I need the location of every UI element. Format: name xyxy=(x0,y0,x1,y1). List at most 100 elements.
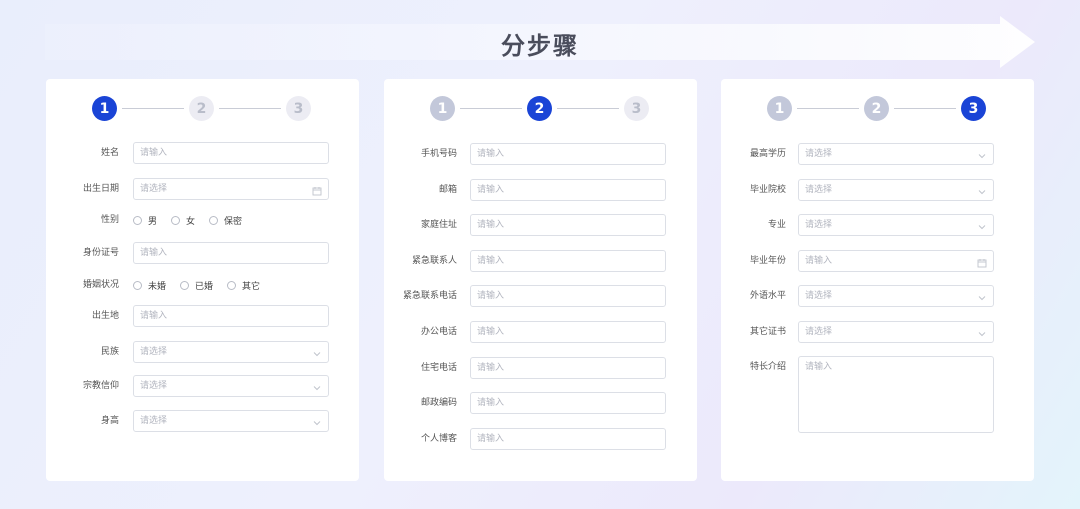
step-3-indicator[interactable]: 3 xyxy=(624,96,649,121)
form-row: 手机号码 请输入 xyxy=(384,143,697,165)
text-input[interactable]: 请输入 xyxy=(133,305,329,327)
select-dropdown[interactable]: 请选择 xyxy=(133,410,329,432)
field-label: 紧急联系电话 xyxy=(402,291,457,301)
page-title: 分步骤 xyxy=(501,32,579,60)
placeholder-text: 请输入 xyxy=(477,220,505,230)
step-3-indicator[interactable]: 3 xyxy=(286,96,311,121)
step-connector xyxy=(894,108,956,109)
select-dropdown[interactable]: 请选择 xyxy=(798,179,994,201)
field-label: 邮箱 xyxy=(438,185,457,195)
text-input[interactable]: 请输入 xyxy=(470,428,666,450)
radio-label: 保密 xyxy=(224,216,243,227)
select-dropdown[interactable]: 请选择 xyxy=(798,321,994,343)
placeholder-text: 请选择 xyxy=(140,381,168,391)
radio-option[interactable]: 保密 xyxy=(209,214,242,227)
radio-option[interactable]: 其它 xyxy=(227,279,260,292)
stepper: 1 2 3 xyxy=(46,96,359,122)
placeholder-text: 请选择 xyxy=(805,185,833,195)
field-label: 身高 xyxy=(100,416,119,426)
field-label: 外语水平 xyxy=(749,291,786,301)
radio-group: 男 女 保密 xyxy=(133,209,256,231)
text-input[interactable]: 请输入 xyxy=(470,392,666,414)
form-row: 家庭住址 请输入 xyxy=(384,214,697,236)
placeholder-text: 请选择 xyxy=(805,149,833,159)
date-picker[interactable]: 请选择 xyxy=(133,178,329,200)
form-row: 出生日期 请选择 xyxy=(46,178,359,200)
text-input[interactable]: 请输入 xyxy=(133,142,329,164)
radio-option[interactable]: 已婚 xyxy=(180,279,213,292)
text-input[interactable]: 请输入 xyxy=(133,242,329,264)
step-connector xyxy=(219,108,281,109)
form-row: 性别 男 女 保密 xyxy=(46,209,359,231)
radio-label: 未婚 xyxy=(148,281,167,292)
radio-option[interactable]: 未婚 xyxy=(133,279,166,292)
step-2-indicator[interactable]: 2 xyxy=(527,96,552,121)
text-input[interactable]: 请输入 xyxy=(470,321,666,343)
select-dropdown[interactable]: 请选择 xyxy=(133,341,329,363)
radio-circle-icon[interactable] xyxy=(180,280,190,290)
select-dropdown[interactable]: 请选择 xyxy=(133,375,329,397)
chevron-down-icon xyxy=(312,381,322,391)
field-label: 专业 xyxy=(767,220,786,230)
placeholder-text: 请输入 xyxy=(805,256,833,266)
form-row: 民族 请选择 xyxy=(46,341,359,363)
step-1-indicator[interactable]: 1 xyxy=(430,96,455,121)
form-row: 外语水平 请选择 xyxy=(721,285,1034,307)
radio-circle-icon[interactable] xyxy=(171,215,181,225)
form-row: 邮箱 请输入 xyxy=(384,179,697,201)
placeholder-text: 请输入 xyxy=(477,291,505,301)
placeholder-text: 请输入 xyxy=(477,185,505,195)
field-label: 办公电话 xyxy=(420,327,457,337)
placeholder-text: 请输入 xyxy=(140,248,168,258)
field-label: 性别 xyxy=(100,215,119,225)
chevron-down-icon xyxy=(312,347,322,357)
placeholder-text: 请输入 xyxy=(477,398,505,408)
radio-circle-icon[interactable] xyxy=(209,215,219,225)
text-input[interactable]: 请输入 xyxy=(470,179,666,201)
form-row: 身份证号 请输入 xyxy=(46,242,359,264)
chevron-down-icon xyxy=(977,149,987,159)
field-label: 姓名 xyxy=(100,148,119,158)
field-label: 民族 xyxy=(100,347,119,357)
step-2-indicator[interactable]: 2 xyxy=(864,96,889,121)
field-label: 毕业年份 xyxy=(749,256,786,266)
textarea-input[interactable]: 请输入 xyxy=(798,356,994,433)
form-row: 毕业院校 请选择 xyxy=(721,179,1034,201)
field-label: 出生日期 xyxy=(82,184,119,194)
radio-circle-icon[interactable] xyxy=(133,280,142,290)
placeholder-text: 请输入 xyxy=(477,434,505,444)
radio-circle-icon[interactable] xyxy=(227,280,237,290)
form-row: 个人博客 请输入 xyxy=(384,428,697,450)
text-input[interactable]: 请输入 xyxy=(470,143,666,165)
placeholder-text: 请选择 xyxy=(805,327,833,337)
calendar-icon xyxy=(977,256,987,268)
step-connector xyxy=(460,108,522,109)
step-connector xyxy=(557,108,619,109)
form-row: 最高学历 请选择 xyxy=(721,143,1034,165)
placeholder-text: 请输入 xyxy=(477,327,505,337)
placeholder-text: 请选择 xyxy=(805,291,833,301)
step-1-indicator[interactable]: 1 xyxy=(767,96,792,121)
step-2-indicator[interactable]: 2 xyxy=(189,96,214,121)
radio-option[interactable]: 男 xyxy=(133,214,157,227)
text-input[interactable]: 请输入 xyxy=(470,357,666,379)
placeholder-text: 请输入 xyxy=(805,362,833,372)
step-1-indicator[interactable]: 1 xyxy=(92,96,117,121)
text-input[interactable]: 请输入 xyxy=(470,285,666,307)
field-label: 婚姻状况 xyxy=(82,280,119,290)
radio-circle-icon[interactable] xyxy=(133,215,142,225)
radio-label: 其它 xyxy=(242,281,261,292)
field-label: 家庭住址 xyxy=(420,220,457,230)
step-3-indicator[interactable]: 3 xyxy=(961,96,986,121)
select-dropdown[interactable]: 请选择 xyxy=(798,214,994,236)
field-label: 手机号码 xyxy=(420,149,457,159)
form-row: 毕业年份 请输入 xyxy=(721,250,1034,272)
date-picker[interactable]: 请输入 xyxy=(798,250,994,272)
select-dropdown[interactable]: 请选择 xyxy=(798,143,994,165)
text-input[interactable]: 请输入 xyxy=(470,214,666,236)
step-card-2: 1 2 3 手机号码 请输入 邮箱 请输入 家庭住址 请输入 紧急联系人 请输入 紧急联系电话 请输入办… xyxy=(384,79,697,481)
text-input[interactable]: 请输入 xyxy=(470,250,666,272)
select-dropdown[interactable]: 请选择 xyxy=(798,285,994,307)
radio-option[interactable]: 女 xyxy=(171,214,195,227)
form-row: 其它证书 请选择 xyxy=(721,321,1034,343)
